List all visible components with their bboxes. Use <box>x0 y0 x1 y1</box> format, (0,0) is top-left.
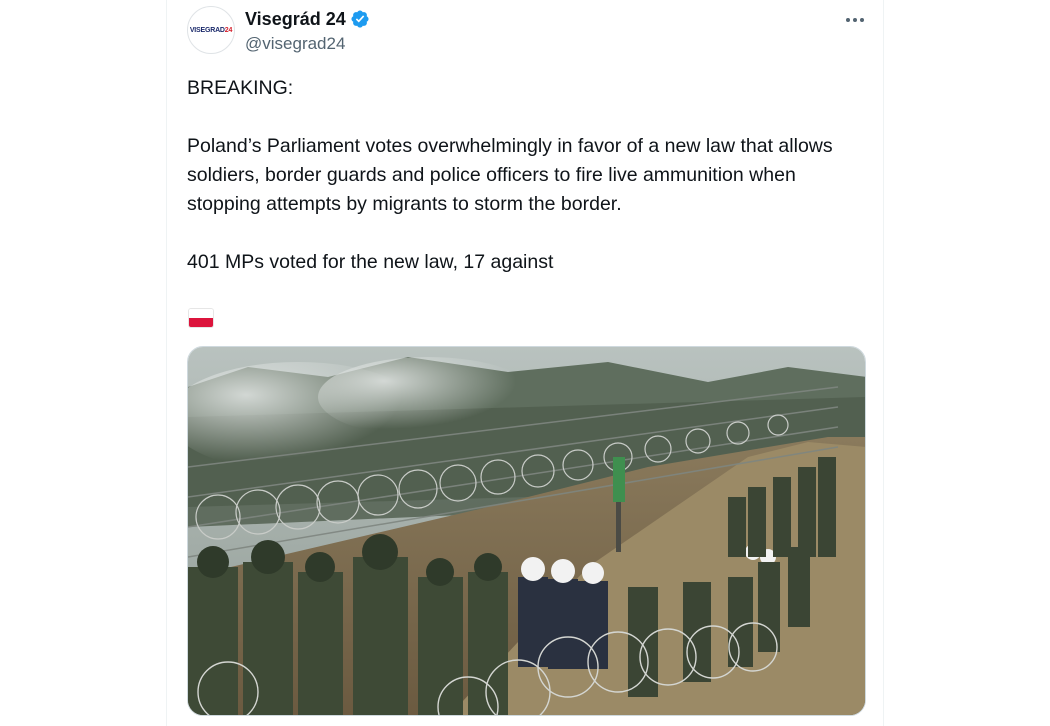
tweet-card[interactable]: VISEGRAD24 Visegrád 24 @visegrad24 BREAK… <box>166 0 884 726</box>
author-display-name[interactable]: Visegrád 24 <box>245 8 346 30</box>
avatar-logo: VISEGRAD24 <box>189 26 233 34</box>
tweet-text-main: Poland’s Parliament votes overwhelmingly… <box>187 135 833 215</box>
avatar-logo-text: VISEGRAD <box>189 26 225 34</box>
tweet-text-breaking: BREAKING: <box>187 77 294 99</box>
author-handle[interactable]: @visegrad24 <box>245 34 345 54</box>
author-name-row: Visegrád 24 <box>245 8 370 30</box>
border-photo-illustration <box>188 347 865 715</box>
verified-badge-icon <box>350 9 370 29</box>
poland-flag-icon <box>189 309 213 327</box>
avatar[interactable]: VISEGRAD24 <box>187 6 235 54</box>
tweet-text-votes: 401 MPs voted for the new law, 17 agains… <box>187 251 554 273</box>
more-options-button[interactable] <box>841 8 869 30</box>
avatar-logo-accent: 24 <box>224 26 233 34</box>
tweet-media-photo[interactable] <box>187 346 866 716</box>
page: VISEGRAD24 Visegrád 24 @visegrad24 BREAK… <box>0 0 1050 726</box>
tweet-text: BREAKING: Poland’s Parliament votes over… <box>187 74 867 277</box>
more-options-icon <box>845 10 865 28</box>
